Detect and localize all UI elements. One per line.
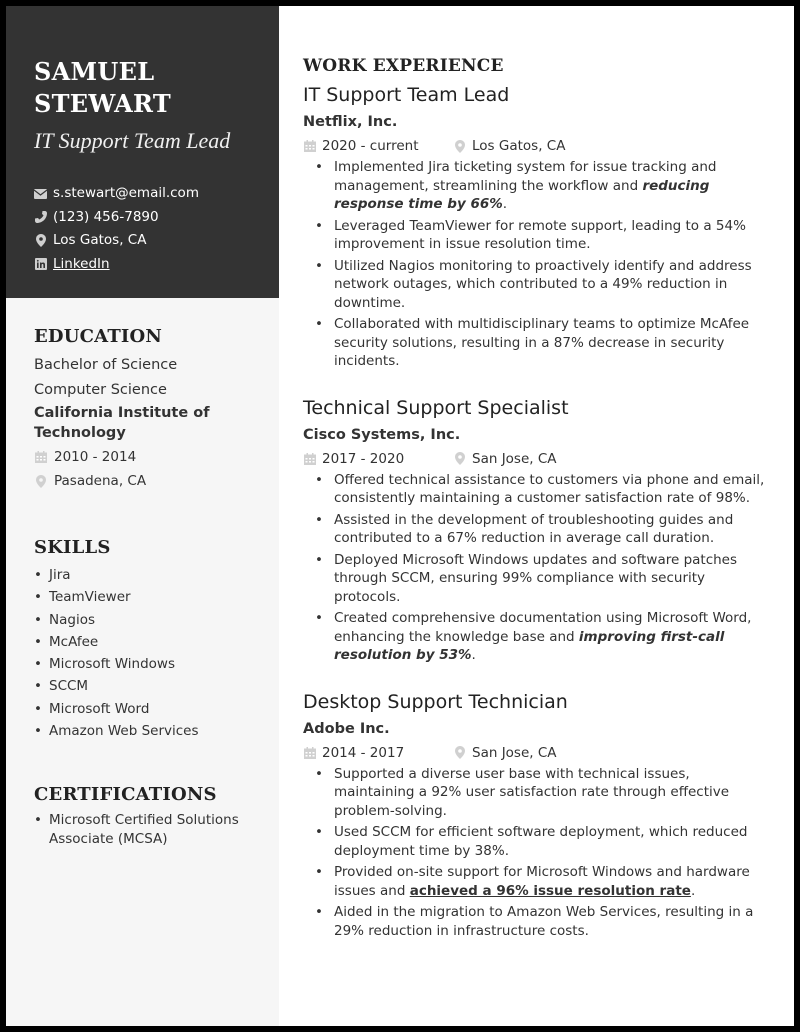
job-bullet: Implemented Jira ticketing system for is… (315, 158, 774, 214)
job-bullet: Utilized Nagios monitoring to proactivel… (315, 257, 774, 313)
linkedin-icon (34, 258, 47, 271)
job-entry: Desktop Support Technician Adobe Inc. 20… (303, 687, 774, 941)
job-bullets: Implemented Jira ticketing system for is… (315, 158, 774, 371)
job-dates-text: 2020 - current (322, 138, 419, 154)
skill-item: TeamViewer (34, 586, 259, 609)
calendar-icon (303, 140, 316, 152)
highlight-text: reducing response time by 66% (334, 177, 710, 213)
job-title: Technical Support Specialist (303, 396, 569, 419)
job-bullet: Provided on-site support for Microsoft W… (315, 863, 774, 900)
contact-email: s.stewart@email.com (34, 182, 259, 206)
job-list: IT Support Team Lead Netflix, Inc. 2020 … (303, 80, 774, 940)
education-location-text: Pasadena, CA (54, 473, 147, 489)
job-dates: 2020 - current (303, 134, 453, 158)
certification-item: Microsoft Certified Solutions Associate … (34, 811, 259, 849)
skills-list: Jira TeamViewer Nagios McAfee Microsoft … (34, 564, 259, 743)
envelope-icon (34, 187, 47, 200)
contact-list: s.stewart@email.com (123) 456-7890 Los G… (34, 182, 259, 276)
sidebar: SAMUEL STEWART IT Support Team Lead s.st… (6, 6, 279, 1026)
main-content: WORK EXPERIENCE IT Support Team Lead Net… (279, 6, 794, 1026)
map-pin-icon (453, 746, 466, 759)
job-dates: 2014 - 2017 (303, 741, 453, 765)
job-entry: Technical Support Specialist Cisco Syste… (303, 393, 774, 665)
skill-item: Jira (34, 564, 259, 587)
company-name: Adobe Inc. (303, 720, 390, 737)
job-bullet: Aided in the migration to Amazon Web Ser… (315, 903, 774, 940)
job-title: Desktop Support Technician (303, 690, 568, 713)
skill-item: Microsoft Windows (34, 653, 259, 676)
last-name: STEWART (34, 89, 172, 118)
skill-item: McAfee (34, 631, 259, 654)
degree: Bachelor of Science (34, 357, 178, 373)
map-pin-icon (34, 474, 47, 488)
job-bullet: Offered technical assistance to customer… (315, 471, 774, 508)
company-name: Netflix, Inc. (303, 114, 398, 130)
job-dates-text: 2017 - 2020 (322, 450, 405, 467)
highlight-text: improving first-call resolution by 53% (334, 628, 725, 664)
skill-item: Amazon Web Services (34, 720, 259, 743)
school-name: California Institute of Technology (34, 405, 210, 441)
job-entry: IT Support Team Lead Netflix, Inc. 2020 … (303, 80, 774, 371)
job-bullet: Assisted in the development of troublesh… (315, 511, 774, 548)
map-pin-icon (453, 452, 466, 465)
map-pin-icon (34, 234, 47, 248)
location-text: Los Gatos, CA (53, 232, 147, 248)
field-of-study: Computer Science (34, 382, 167, 398)
job-bullet: Leveraged TeamViewer for remote support,… (315, 217, 774, 254)
email-text[interactable]: s.stewart@email.com (53, 182, 199, 206)
calendar-icon (34, 451, 47, 463)
job-location-text: Los Gatos, CA (472, 138, 566, 154)
job-meta: 2020 - current Los Gatos, CA (303, 134, 774, 158)
job-meta: 2014 - 2017 San Jose, CA (303, 741, 774, 765)
job-location-text: San Jose, CA (472, 744, 557, 761)
certifications-heading: CERTIFICATIONS (34, 784, 217, 806)
certifications-list: Microsoft Certified Solutions Associate … (34, 811, 259, 849)
contact-phone: (123) 456-7890 (34, 206, 259, 230)
profile-header: SAMUEL STEWART IT Support Team Lead s.st… (6, 6, 279, 298)
skills-heading: SKILLS (34, 537, 111, 558)
calendar-icon (303, 452, 316, 465)
job-bullet: Deployed Microsoft Windows updates and s… (315, 551, 774, 607)
resume-page: SAMUEL STEWART IT Support Team Lead s.st… (6, 6, 794, 1026)
education-location: Pasadena, CA (34, 469, 259, 493)
job-location: San Jose, CA (453, 447, 557, 471)
skill-item: Microsoft Word (34, 698, 259, 721)
job-bullet: Collaborated with multidisciplinary team… (315, 315, 774, 371)
phone-icon (34, 211, 47, 224)
job-location: Los Gatos, CA (453, 134, 565, 158)
skills-section: SKILLS Jira TeamViewer Nagios McAfee Mic… (6, 537, 279, 743)
company-name: Cisco Systems, Inc. (303, 426, 461, 443)
education-heading: EDUCATION (34, 326, 163, 347)
education-dates: 2010 - 2014 (34, 445, 259, 469)
contact-linkedin: LinkedIn (34, 253, 259, 277)
job-bullet: Created comprehensive documentation usin… (315, 609, 774, 665)
job-meta: 2017 - 2020 San Jose, CA (303, 447, 774, 471)
map-pin-icon (453, 139, 466, 153)
job-bullet: Supported a diverse user base with techn… (315, 765, 774, 821)
phone-text: (123) 456-7890 (53, 208, 159, 225)
first-name: SAMUEL (34, 57, 155, 86)
linkedin-link[interactable]: LinkedIn (53, 253, 110, 277)
profile-title: IT Support Team Lead (34, 128, 231, 153)
job-title: IT Support Team Lead (303, 84, 510, 106)
job-bullets: Supported a diverse user base with techn… (315, 765, 774, 941)
job-dates: 2017 - 2020 (303, 447, 453, 471)
certifications-section: CERTIFICATIONS Microsoft Certified Solut… (6, 784, 279, 849)
contact-location: Los Gatos, CA (34, 229, 259, 253)
skill-item: Nagios (34, 609, 259, 632)
job-location-text: San Jose, CA (472, 450, 557, 467)
education-dates-text: 2010 - 2014 (54, 449, 137, 465)
highlight-text: achieved a 96% issue resolution rate (409, 882, 691, 899)
job-bullets: Offered technical assistance to customer… (315, 471, 774, 665)
work-experience-heading: WORK EXPERIENCE (303, 56, 504, 76)
education-section: EDUCATION Bachelor of Science Computer S… (6, 326, 279, 493)
job-dates-text: 2014 - 2017 (322, 744, 405, 761)
job-location: San Jose, CA (453, 741, 557, 765)
calendar-icon (303, 746, 316, 759)
skill-item: SCCM (34, 675, 259, 698)
job-bullet: Used SCCM for efficient software deploym… (315, 823, 774, 860)
